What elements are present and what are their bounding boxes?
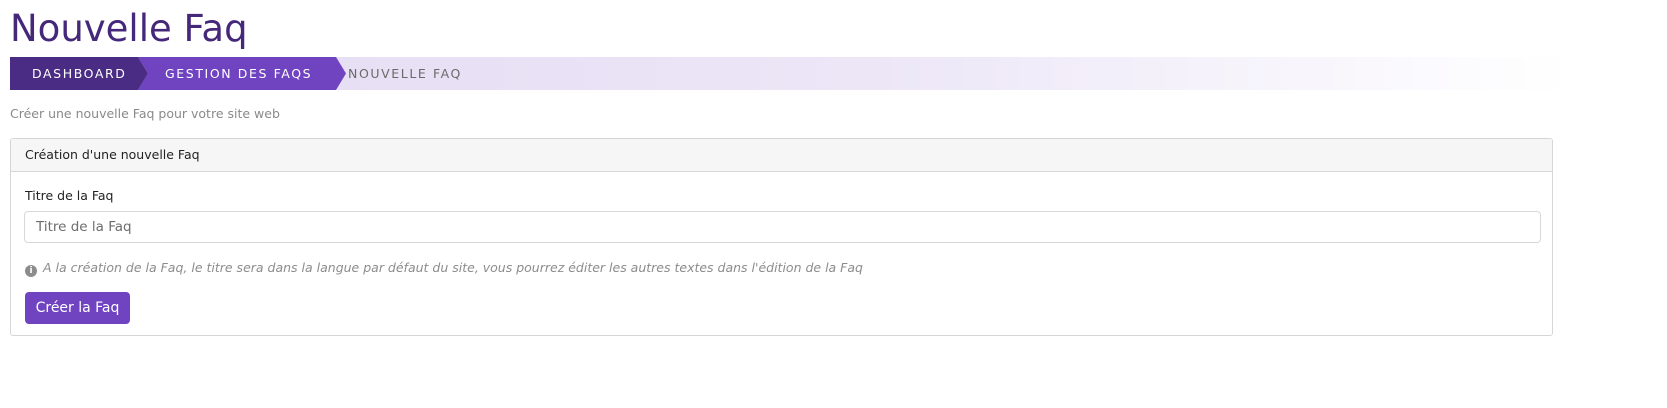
breadcrumb-item-gestion-des-faqs[interactable]: GESTION DES FAQS xyxy=(138,57,346,90)
info-circle-icon: i xyxy=(25,265,37,277)
faq-title-label: Titre de la Faq xyxy=(25,188,114,203)
page-title: Nouvelle Faq xyxy=(10,7,248,50)
faq-creation-card: Création d'une nouvelle Faq Titre de la … xyxy=(10,138,1553,336)
breadcrumb-item-dashboard[interactable]: DASHBOARD xyxy=(10,57,148,90)
card-header: Création d'une nouvelle Faq xyxy=(11,139,1552,172)
create-faq-button[interactable]: Créer la Faq xyxy=(25,292,130,324)
faq-title-input[interactable] xyxy=(24,211,1541,243)
page: Nouvelle Faq DASHBOARD GESTION DES FAQS … xyxy=(0,0,1667,408)
help-text-content: A la création de la Faq, le titre sera d… xyxy=(43,260,863,275)
help-text: i A la création de la Faq, le titre sera … xyxy=(25,260,863,277)
breadcrumb: DASHBOARD GESTION DES FAQS NOUVELLE FAQ xyxy=(10,57,1570,90)
breadcrumb-item-current: NOUVELLE FAQ xyxy=(348,66,462,81)
breadcrumb-item-label: GESTION DES FAQS xyxy=(165,66,313,81)
breadcrumb-item-label: DASHBOARD xyxy=(32,66,127,81)
page-description: Créer une nouvelle Faq pour votre site w… xyxy=(10,106,280,121)
